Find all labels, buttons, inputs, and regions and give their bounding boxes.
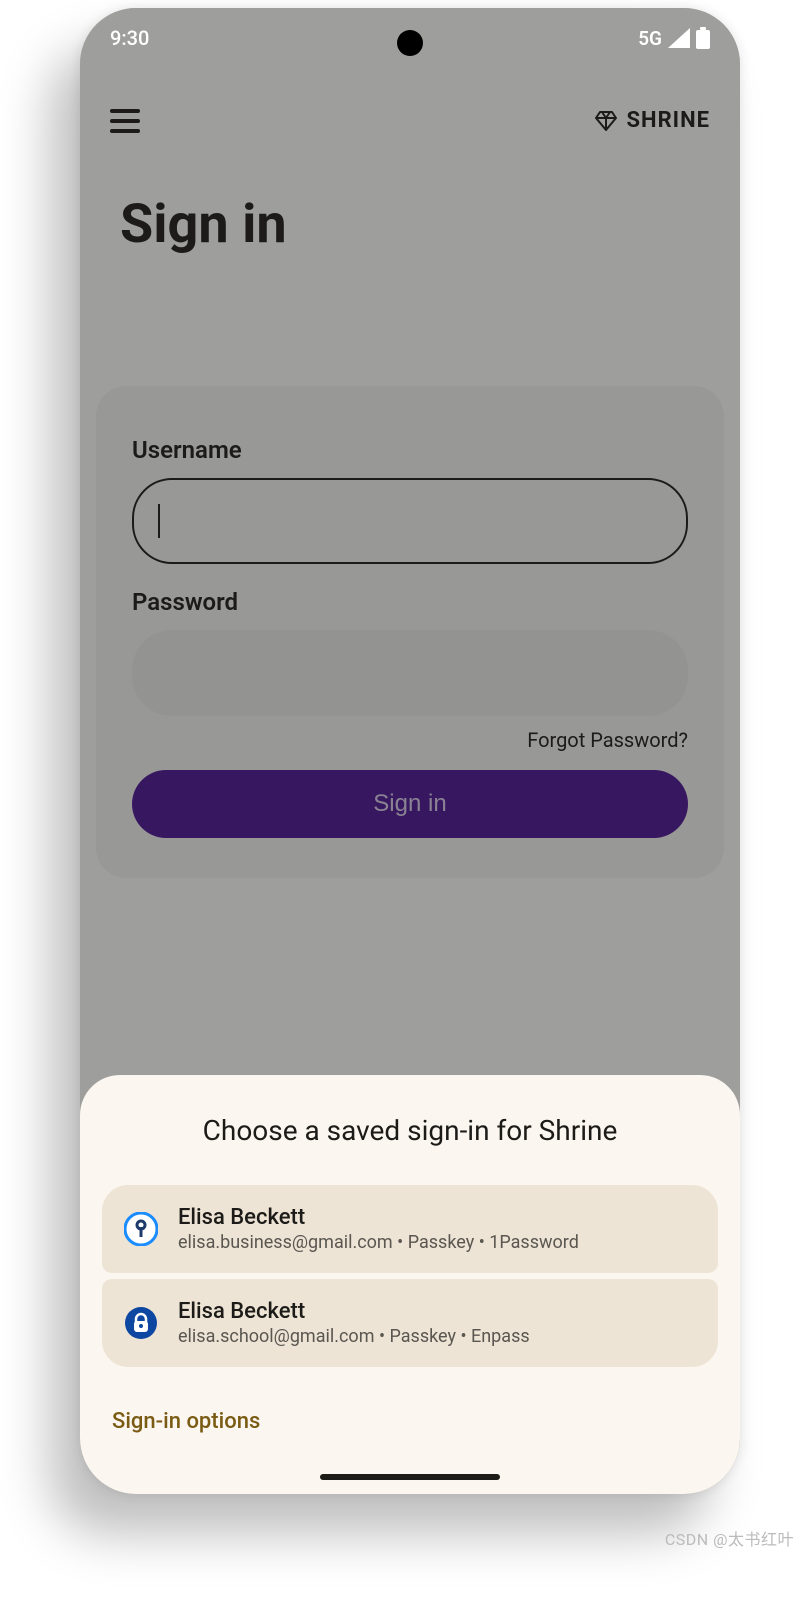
credential-detail: elisa.school@gmail.com • Passkey • Enpas… — [178, 1326, 530, 1347]
credential-list: Elisa Beckett elisa.business@gmail.com •… — [102, 1185, 718, 1367]
network-label: 5G — [638, 27, 662, 50]
phone-frame: SHRINE Sign in Username Password Forgot … — [80, 8, 740, 1494]
status-time: 9:30 — [110, 26, 149, 50]
camera-hole — [397, 30, 423, 56]
battery-icon — [696, 27, 710, 49]
1password-icon — [124, 1212, 158, 1246]
sheet-title: Choose a saved sign-in for Shrine — [102, 1113, 718, 1149]
credential-detail: elisa.business@gmail.com • Passkey • 1Pa… — [178, 1232, 579, 1253]
enpass-icon — [124, 1306, 158, 1340]
credential-name: Elisa Beckett — [178, 1205, 579, 1230]
navigation-bar-handle[interactable] — [320, 1474, 500, 1480]
signal-icon — [668, 28, 690, 48]
credential-item[interactable]: Elisa Beckett elisa.school@gmail.com • P… — [102, 1279, 718, 1367]
watermark: CSDN @太书红叶 — [665, 1526, 794, 1550]
signin-options-button[interactable]: Sign-in options — [102, 1409, 718, 1434]
credential-item[interactable]: Elisa Beckett elisa.business@gmail.com •… — [102, 1185, 718, 1273]
credential-bottom-sheet: Choose a saved sign-in for Shrine Elisa … — [80, 1075, 740, 1494]
credential-name: Elisa Beckett — [178, 1299, 530, 1324]
status-icons: 5G — [638, 27, 710, 50]
